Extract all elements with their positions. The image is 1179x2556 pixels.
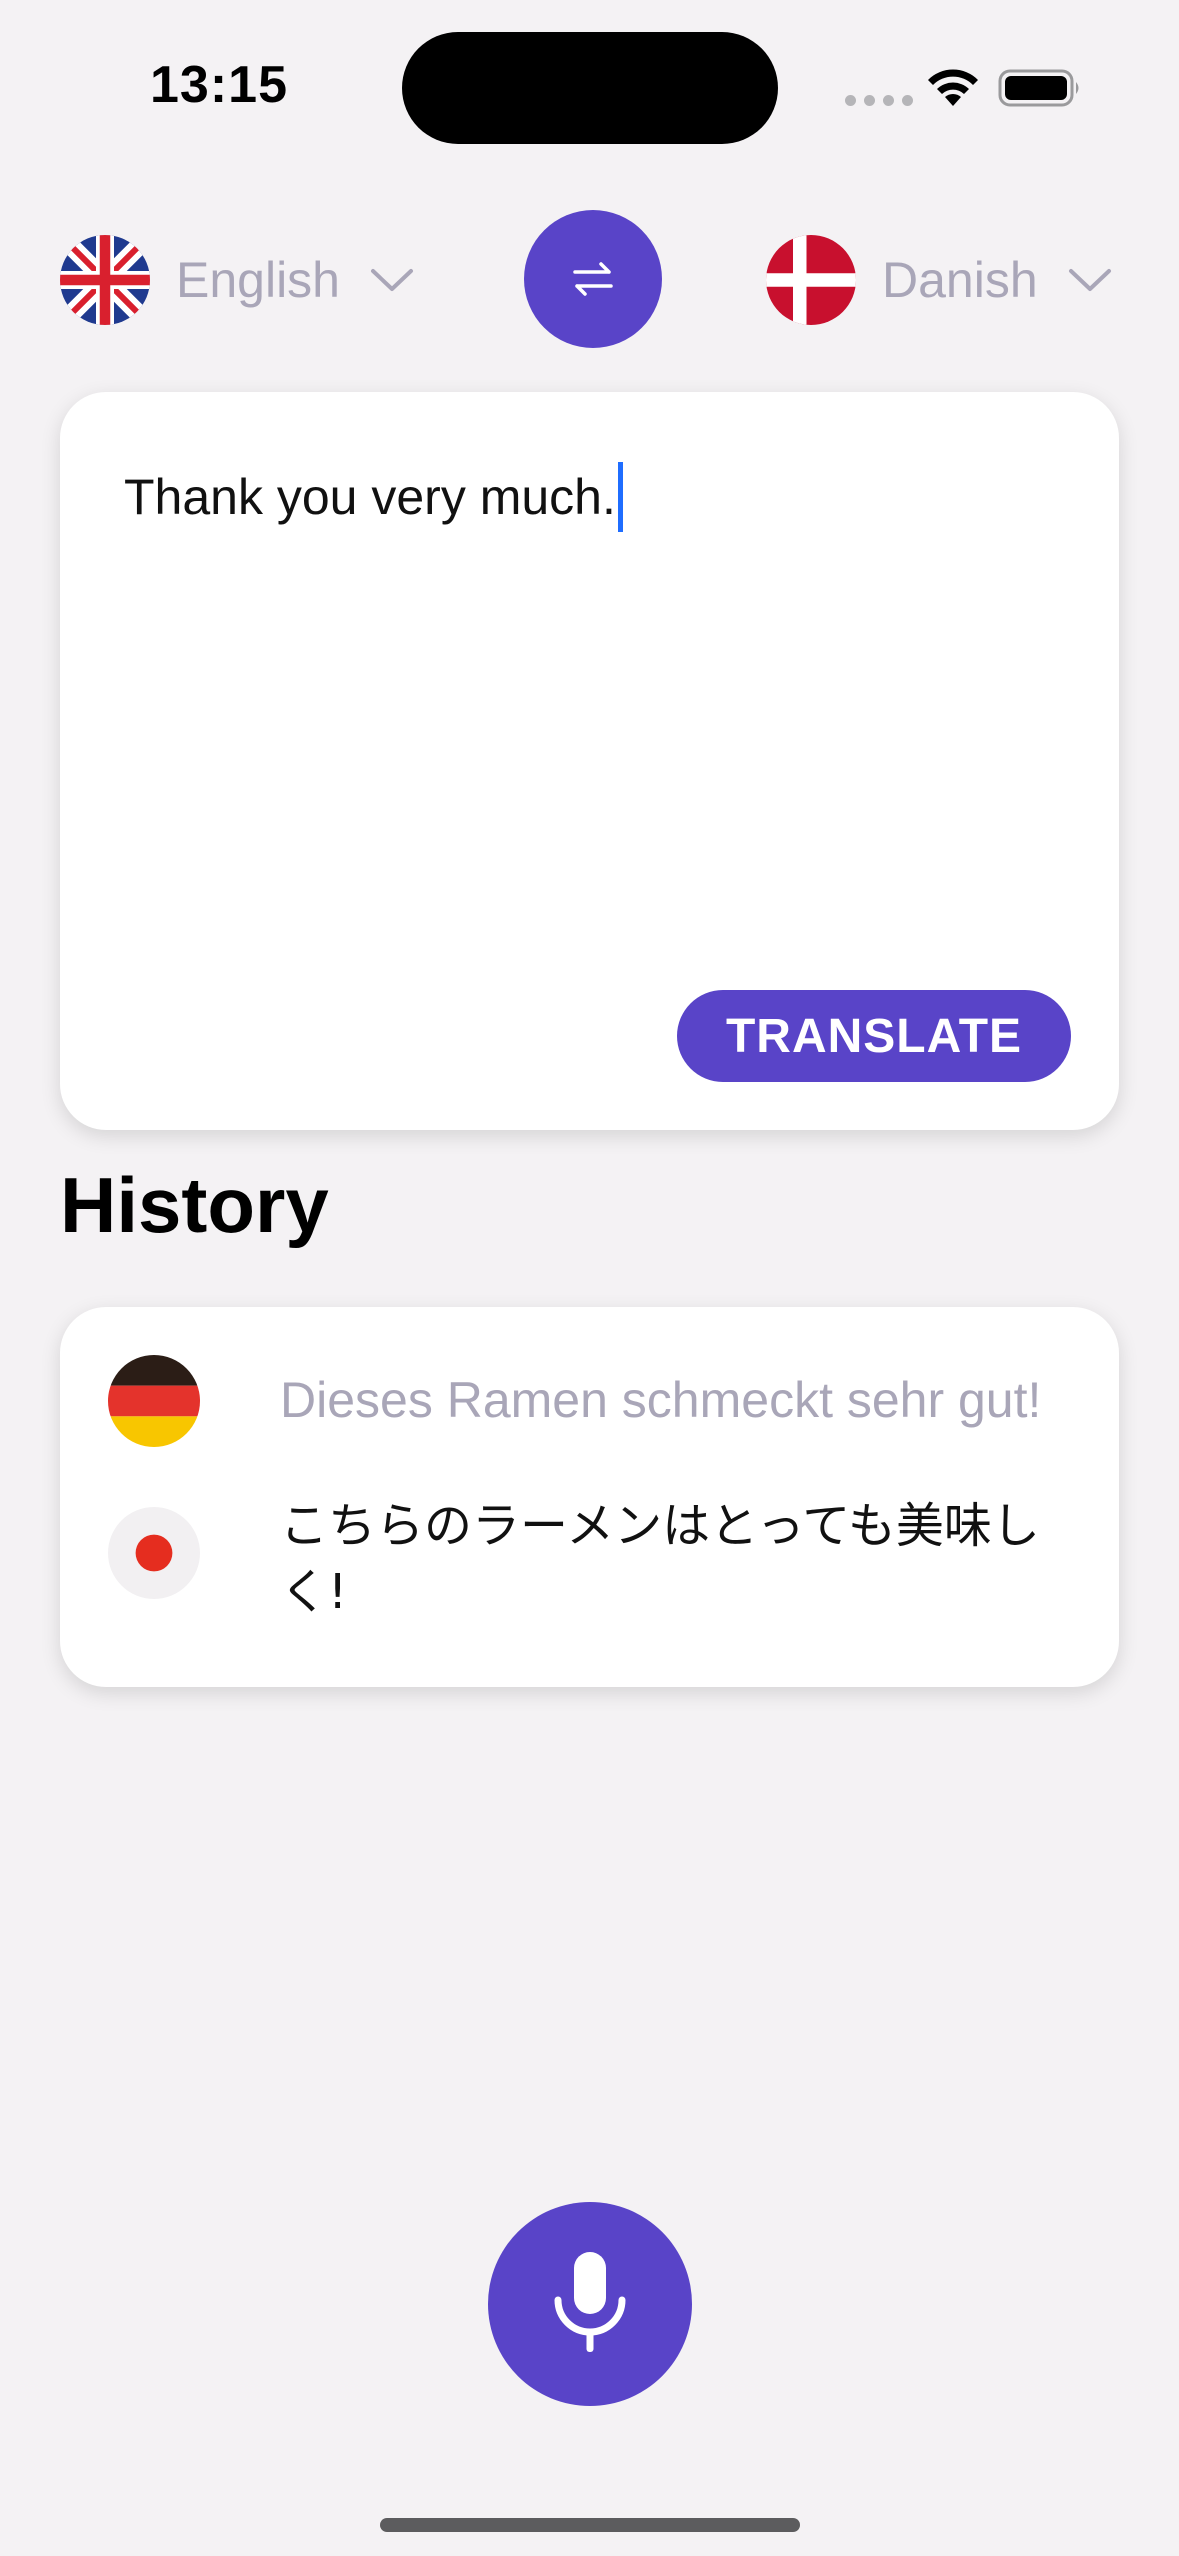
home-indicator[interactable] <box>380 2518 800 2532</box>
chevron-down-icon <box>371 269 413 291</box>
history-source-row: Dieses Ramen schmeckt sehr gut! <box>108 1355 1060 1447</box>
source-language-selector[interactable]: English <box>60 234 414 326</box>
history-title: History <box>60 1161 329 1249</box>
source-language-label: English <box>176 252 340 308</box>
microphone-button[interactable] <box>488 2202 692 2406</box>
cellular-signal-icon <box>845 95 913 106</box>
history-target-text: こちらのラーメンはとっても美味しく! <box>280 1498 1040 1620</box>
translation-input[interactable]: Thank you very much. <box>124 462 623 532</box>
target-language-label: Danish <box>882 252 1038 308</box>
denmark-flag-icon <box>766 235 856 325</box>
swap-languages-button[interactable] <box>524 210 662 348</box>
history-source-text: Dieses Ramen schmeckt sehr gut! <box>280 1372 1042 1428</box>
uk-flag-icon <box>60 235 150 325</box>
input-text-value: Thank you very much. <box>124 469 616 525</box>
germany-flag-icon <box>108 1355 200 1447</box>
language-bar: English Danish <box>0 210 1179 350</box>
history-target-row: こちらのラーメンはとっても美味しく! <box>108 1498 1060 1625</box>
japan-flag-icon <box>108 1507 200 1599</box>
microphone-icon <box>554 2252 626 2352</box>
status-time: 13:15 <box>150 56 288 114</box>
text-caret <box>617 462 623 532</box>
target-language-selector[interactable]: Danish <box>766 234 1112 326</box>
battery-icon <box>998 69 1079 107</box>
wifi-icon <box>928 69 978 106</box>
history-card[interactable]: Dieses Ramen schmeckt sehr gut! こちらのラーメン… <box>60 1307 1119 1687</box>
dynamic-island <box>402 32 778 144</box>
translate-button[interactable]: TRANSLATE <box>677 990 1071 1082</box>
swap-arrows-icon <box>573 262 613 296</box>
chevron-down-icon <box>1068 269 1111 291</box>
translation-input-card: Thank you very much. TRANSLATE <box>60 392 1119 1130</box>
